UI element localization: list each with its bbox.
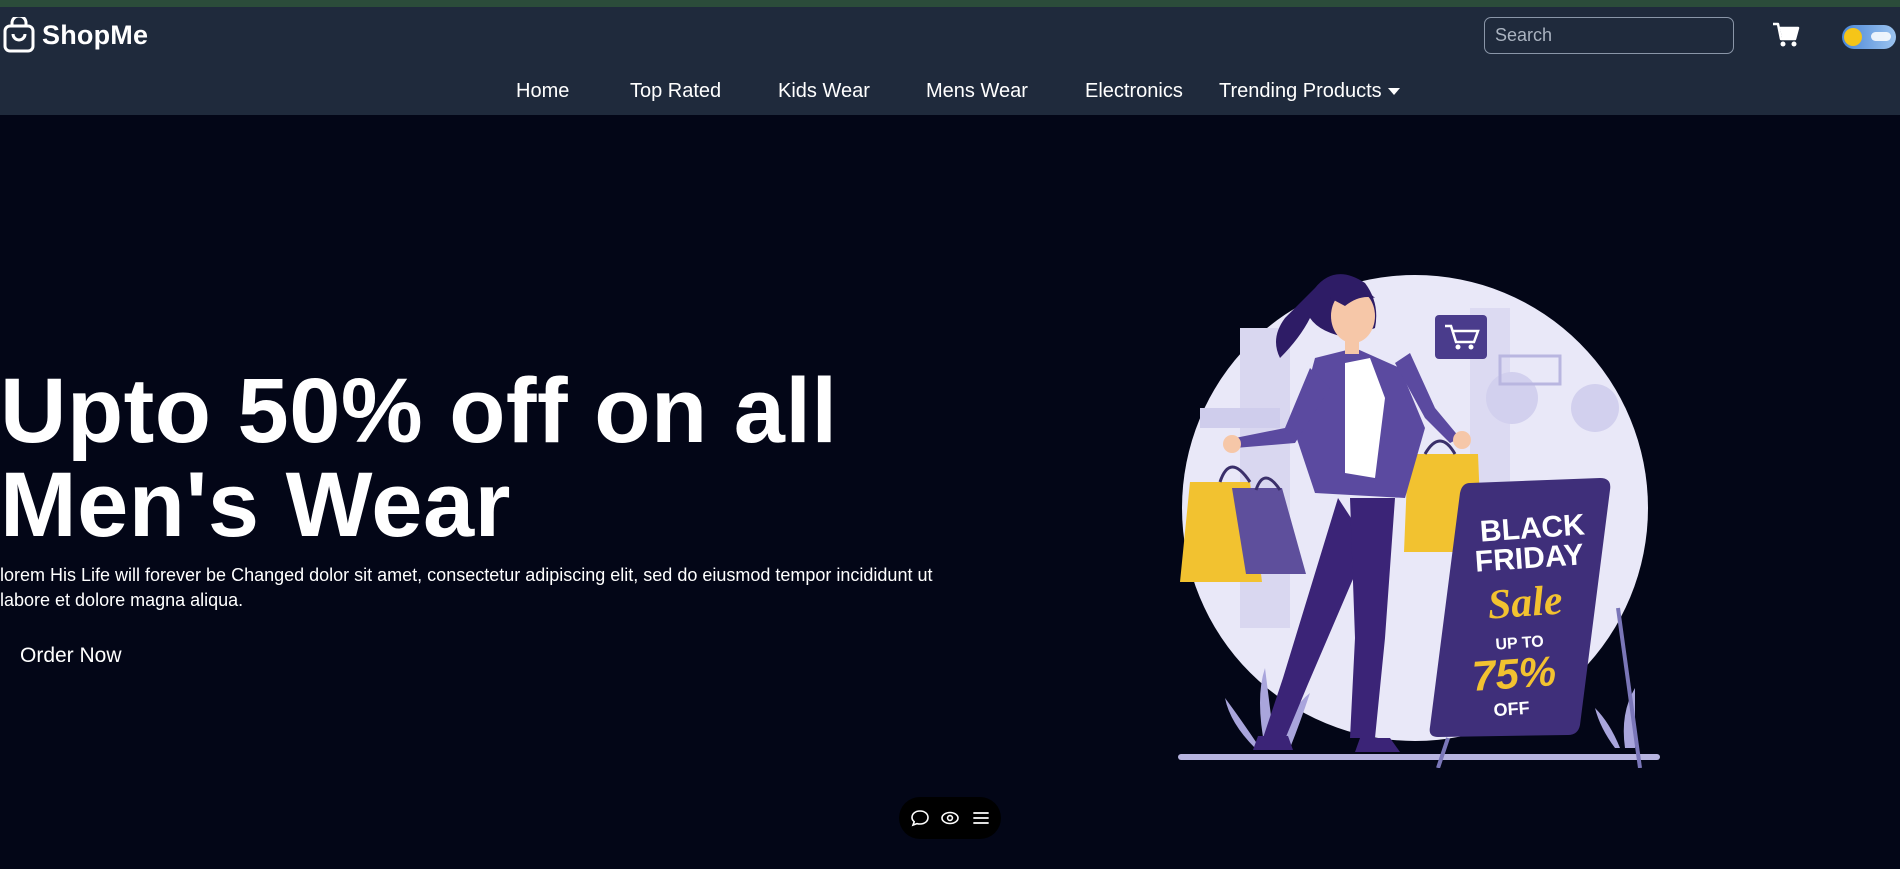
nav-item-mens-wear[interactable]: Mens Wear [926, 80, 1028, 103]
brand-name: ShopMe [42, 19, 149, 50]
hero-title-line1: Upto 50% off on all [0, 360, 838, 462]
cart-sign-icon [1435, 315, 1487, 359]
chat-icon[interactable] [910, 808, 930, 828]
shopping-bag-icon [3, 17, 35, 53]
search-input[interactable] [1484, 17, 1734, 54]
hero-title-line2: Men's Wear [0, 454, 511, 556]
nav-item-trending-products[interactable]: Trending Products [1219, 80, 1400, 103]
main-nav: Home Top Rated Kids Wear Mens Wear Elect… [0, 80, 1900, 116]
eye-icon[interactable] [940, 808, 960, 828]
nav-item-kids-wear[interactable]: Kids Wear [778, 80, 870, 103]
hero-title: Upto 50% off on all Men's Wear [0, 364, 900, 552]
site-header: ShopMe Home Top Rated Kids Wear Mens Wea… [0, 7, 1900, 115]
browser-top-strip [0, 0, 1900, 7]
theme-toggle[interactable] [1842, 25, 1896, 49]
menu-icon[interactable] [971, 808, 991, 828]
floating-toolbar [899, 797, 1001, 839]
brand[interactable]: ShopMe [2, 17, 148, 53]
nav-item-home[interactable]: Home [516, 80, 569, 103]
chevron-down-icon [1387, 88, 1400, 96]
cart-icon[interactable] [1772, 21, 1800, 49]
nav-item-trending-label: Trending Products [1219, 80, 1382, 102]
hero-description: lorem His Life will forever be Changed d… [0, 565, 933, 610]
svg-text:75%: 75% [1470, 647, 1557, 700]
shopping-woman-illustration: BLACK FRIDAY Sale UP TO 75% OFF [1178, 274, 1660, 768]
nav-item-top-rated[interactable]: Top Rated [630, 80, 721, 103]
svg-text:OFF: OFF [1493, 698, 1530, 720]
sun-icon [1844, 28, 1862, 46]
cloud-icon [1871, 32, 1891, 41]
svg-text:Sale: Sale [1486, 577, 1564, 628]
order-now-button[interactable]: Order Now [6, 638, 136, 674]
nav-item-electronics[interactable]: Electronics [1085, 80, 1183, 103]
